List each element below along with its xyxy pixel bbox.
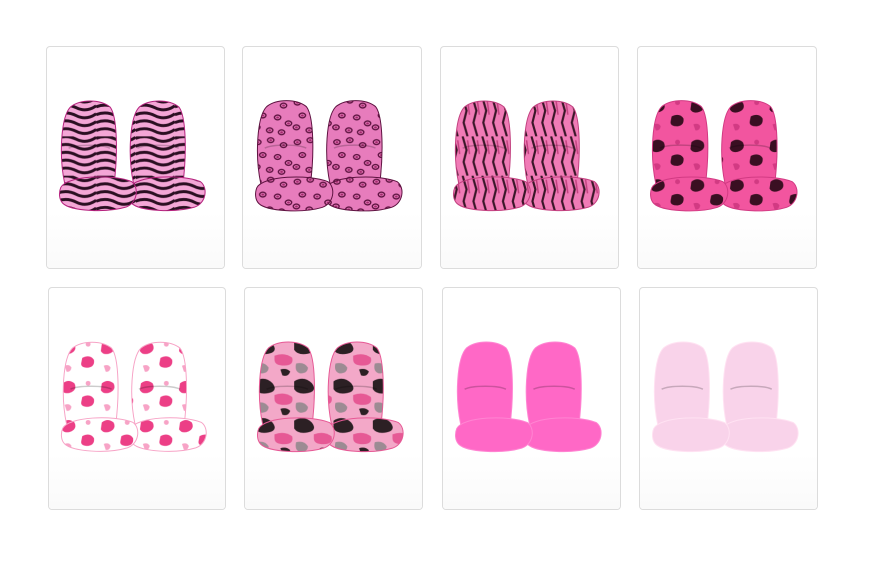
product-card-light-pink-solid[interactable] <box>639 287 818 510</box>
card-footer-fade <box>640 453 817 509</box>
card-footer-fade <box>443 453 620 509</box>
product-card-pink-camo[interactable] <box>244 287 423 510</box>
product-card-pink-tiger[interactable] <box>440 46 619 269</box>
product-card-hot-pink-solid[interactable] <box>442 287 621 510</box>
product-card-white-pink-cow[interactable] <box>48 287 226 510</box>
card-footer-fade <box>243 212 421 268</box>
card-footer-fade <box>49 453 225 509</box>
product-card-pink-zebra[interactable] <box>46 46 225 269</box>
product-card-pink-cow[interactable] <box>637 46 817 269</box>
card-footer-fade <box>245 453 422 509</box>
product-card-pink-leopard[interactable] <box>242 46 422 269</box>
card-footer-fade <box>47 212 224 268</box>
card-footer-fade <box>638 212 816 268</box>
card-footer-fade <box>441 212 618 268</box>
product-grid <box>0 0 875 562</box>
